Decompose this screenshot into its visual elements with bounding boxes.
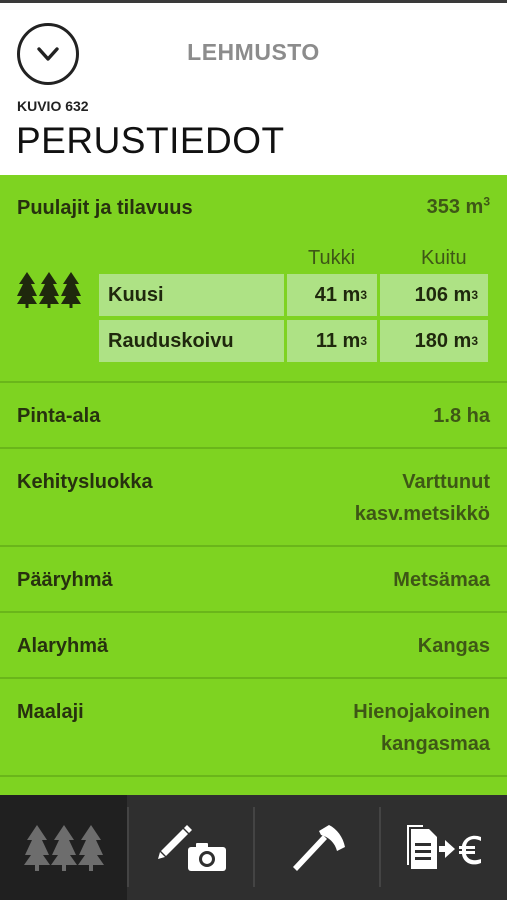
trees-icon bbox=[17, 272, 81, 308]
row-paaryhma[interactable]: Pääryhmä Metsämaa bbox=[0, 547, 507, 613]
column-header-tukki: Tukki bbox=[308, 247, 356, 269]
tukki-cell: 41 m3 bbox=[287, 274, 377, 316]
row-kehitysluokka[interactable]: Kehitysluokka Varttunut kasv.metsikkö bbox=[0, 449, 507, 547]
field-label: Pinta-ala bbox=[17, 405, 101, 427]
field-label: Pääryhmä bbox=[17, 569, 113, 591]
row-pinta-ala[interactable]: Pinta-ala 1.8 ha bbox=[0, 383, 507, 449]
field-label: Kehitysluokka bbox=[17, 471, 153, 493]
kuvio-label: KUVIO 632 bbox=[17, 98, 89, 114]
app-title: LEHMUSTO bbox=[187, 39, 320, 65]
field-label: Maalaji bbox=[17, 701, 84, 723]
axe-icon bbox=[292, 824, 345, 871]
document-euro-icon bbox=[406, 824, 481, 869]
total-volume: 353 m3 bbox=[426, 194, 490, 218]
column-header-kuitu: Kuitu bbox=[421, 247, 467, 269]
page-title: PERUSTIEDOT bbox=[16, 120, 285, 161]
field-label: Alaryhmä bbox=[17, 635, 109, 657]
details-list: Puulajit ja tilavuus 353 m3 Tukki Kuitu … bbox=[0, 175, 507, 795]
field-value: Kangas bbox=[417, 635, 490, 657]
header: LEHMUSTO KUVIO 632 PERUSTIEDOT bbox=[0, 3, 507, 175]
tab-harvest[interactable] bbox=[255, 795, 382, 900]
row-alaryhma[interactable]: Alaryhmä Kangas bbox=[0, 613, 507, 679]
species-label: Puulajit ja tilavuus bbox=[17, 197, 193, 219]
species-volume-row[interactable]: Puulajit ja tilavuus 353 m3 Tukki Kuitu … bbox=[0, 175, 507, 383]
row-maalaji[interactable]: Maalaji Hienojakoinen kangasmaa bbox=[0, 679, 507, 777]
field-value: Metsämaa bbox=[393, 569, 490, 591]
field-value: 1.8 ha bbox=[433, 405, 490, 427]
tab-forest[interactable] bbox=[0, 795, 127, 900]
tab-notes-photo[interactable] bbox=[129, 795, 256, 900]
kuitu-cell: 106 m3 bbox=[380, 274, 488, 316]
tukki-cell: 11 m3 bbox=[287, 320, 377, 362]
tab-sales[interactable] bbox=[381, 795, 507, 900]
trees-icon bbox=[23, 824, 104, 871]
species-name-cell: Kuusi bbox=[99, 274, 284, 316]
tab-bar bbox=[0, 795, 507, 900]
kuitu-cell: 180 m3 bbox=[380, 320, 488, 362]
species-name-cell: Rauduskoivu bbox=[99, 320, 284, 362]
field-value: Varttunut kasv.metsikkö bbox=[354, 471, 490, 525]
pencil-camera-icon bbox=[157, 824, 226, 871]
field-value: Hienojakoinen kangasmaa bbox=[353, 701, 490, 755]
